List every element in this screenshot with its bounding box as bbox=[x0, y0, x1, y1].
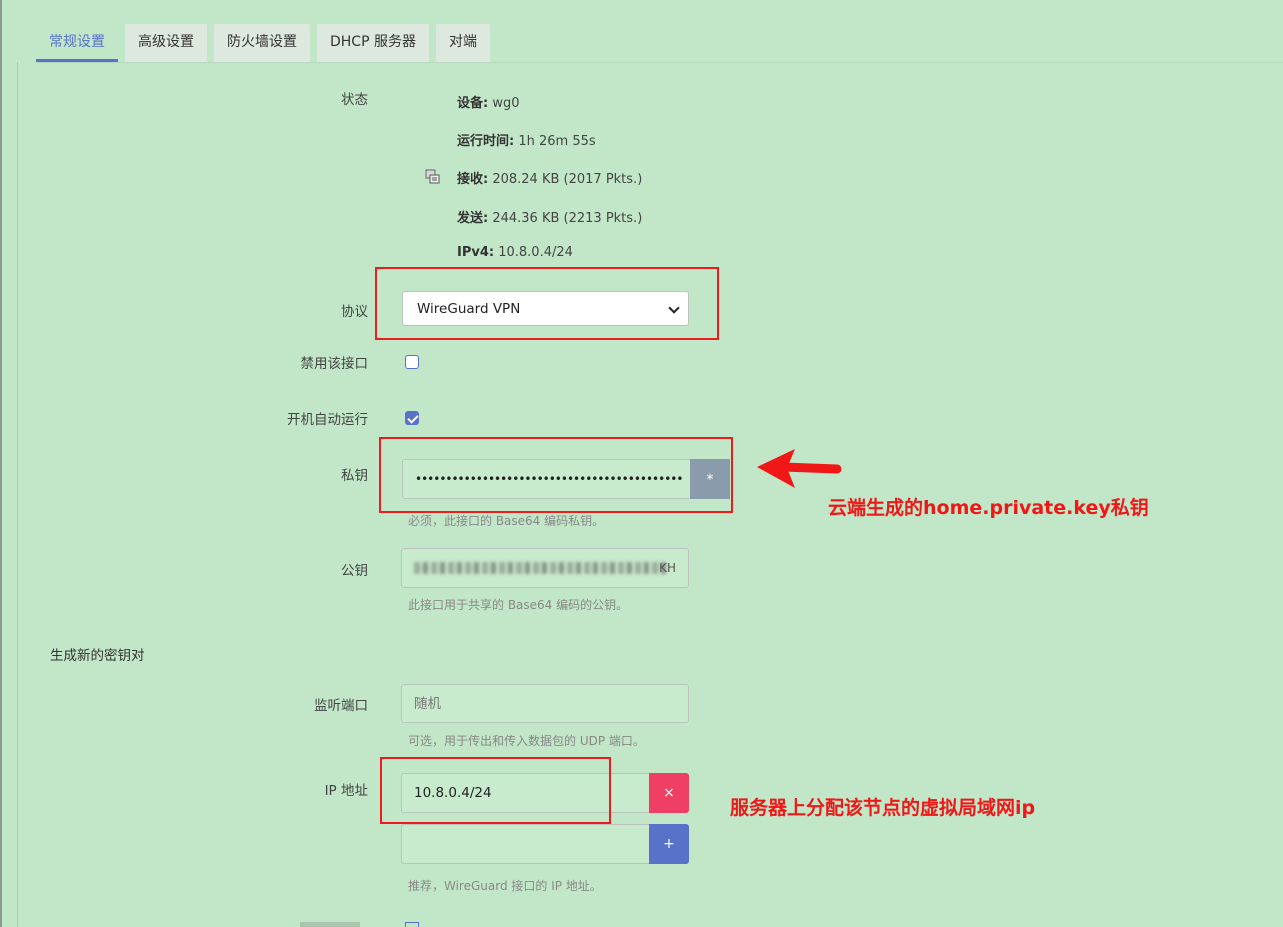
tab-general[interactable]: 常规设置 bbox=[36, 24, 118, 62]
add-ip-button[interactable]: + bbox=[649, 824, 689, 864]
window-edge bbox=[0, 0, 2, 927]
remove-ip-button[interactable]: × bbox=[649, 773, 689, 813]
tab-divider bbox=[36, 62, 1283, 63]
ip-address-annotation: 服务器上分配该节点的虚拟局域网ip bbox=[730, 797, 1036, 819]
public-key-visible-tail: KH bbox=[659, 561, 676, 575]
private-key-annotation: 云端生成的home.private.key私钥 bbox=[828, 497, 1149, 519]
listen-port-input[interactable] bbox=[401, 684, 689, 723]
generate-keypair-button[interactable]: 生成新的密钥对 bbox=[50, 644, 145, 664]
protocol-highlight-box bbox=[375, 267, 719, 340]
public-key-blurred bbox=[414, 562, 669, 574]
tab-advanced[interactable]: 高级设置 bbox=[125, 24, 207, 62]
panel-edge bbox=[17, 62, 18, 927]
public-key-label: 公钥 bbox=[341, 563, 368, 579]
listen-port-help: 可选，用于传出和传入数据包的 UDP 端口。 bbox=[408, 734, 645, 748]
network-interface-icon bbox=[424, 168, 442, 186]
ip-address-new-input[interactable] bbox=[401, 824, 651, 864]
disable-interface-label: 禁用该接口 bbox=[300, 356, 369, 372]
status-uptime: 运行时间: 1h 26m 55s bbox=[457, 134, 596, 149]
autostart-checkbox[interactable] bbox=[405, 411, 419, 425]
status-tx: 发送: 244.36 KB (2213 Pkts.) bbox=[457, 211, 643, 226]
ip-address-label: IP 地址 bbox=[324, 783, 368, 799]
disable-interface-checkbox[interactable] bbox=[405, 355, 419, 369]
public-key-help: 此接口用于共享的 Base64 编码的公钥。 bbox=[408, 598, 629, 612]
status-ipv4: IPv4: 10.8.0.4/24 bbox=[457, 245, 573, 260]
private-key-label: 私钥 bbox=[341, 468, 368, 484]
status-rx: 接收: 208.24 KB (2017 Pkts.) bbox=[457, 172, 643, 187]
next-row-checkbox-partial[interactable] bbox=[405, 922, 419, 927]
next-row-label-partial bbox=[300, 922, 360, 927]
tab-dhcp[interactable]: DHCP 服务器 bbox=[317, 24, 429, 62]
public-key-input[interactable]: KH bbox=[401, 548, 689, 588]
listen-port-label: 监听端口 bbox=[314, 698, 368, 714]
tab-peers[interactable]: 对端 bbox=[435, 24, 490, 62]
status-label: 状态 bbox=[341, 92, 368, 108]
autostart-label: 开机自动运行 bbox=[287, 412, 368, 428]
tab-firewall[interactable]: 防火墙设置 bbox=[214, 24, 310, 62]
ip-address-highlight-box bbox=[380, 757, 611, 824]
status-device: 设备: wg0 bbox=[457, 96, 520, 111]
ip-address-help: 推荐，WireGuard 接口的 IP 地址。 bbox=[408, 879, 602, 893]
arrow-left-icon bbox=[757, 449, 842, 488]
protocol-label: 协议 bbox=[341, 304, 368, 320]
tab-bar: 常规设置 高级设置 防火墙设置 DHCP 服务器 对端 bbox=[36, 24, 490, 62]
private-key-highlight-box bbox=[379, 437, 733, 513]
private-key-help: 必须，此接口的 Base64 编码私钥。 bbox=[408, 514, 605, 528]
